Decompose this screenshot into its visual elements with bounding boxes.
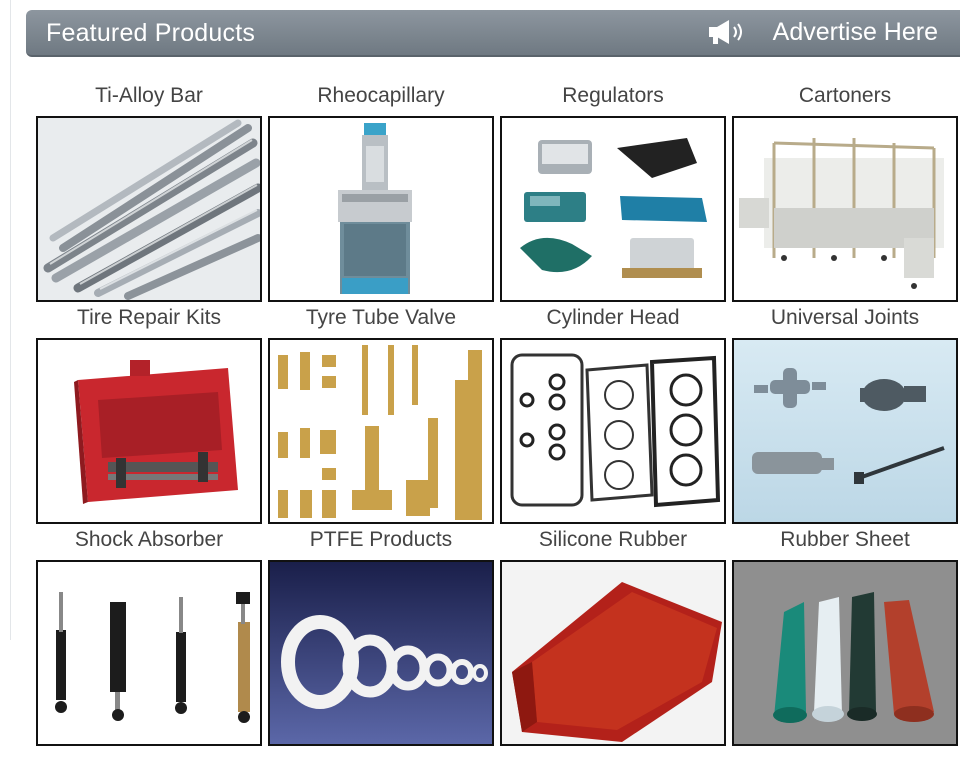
product-image-cartoners[interactable] [732,116,958,302]
product-label[interactable]: Rheocapillary [268,82,494,110]
product-card-rheocapillary[interactable]: Rheocapillary [268,82,494,302]
product-card-cartoners[interactable]: Cartoners [732,82,958,302]
page-left-border [10,0,11,640]
product-card-cylinder-head[interactable]: Cylinder Head [500,304,726,524]
product-image-regulators[interactable] [500,116,726,302]
product-card-regulators[interactable]: Regulators [500,82,726,302]
shock-absorbers-image [38,562,260,744]
product-card-shock-absorber[interactable]: Shock Absorber [36,526,262,746]
product-image-rheocapillary[interactable] [268,116,494,302]
product-image-universal-joints[interactable] [732,338,958,524]
product-label[interactable]: Rubber Sheet [732,526,958,554]
silicone-rubber-sheets-image [502,562,724,744]
product-image-tyre-tube-valve[interactable] [268,338,494,524]
product-label[interactable]: Ti-Alloy Bar [36,82,262,110]
megaphone-icon [708,20,742,44]
featured-products-header: Featured Products Advertise Here [26,10,960,57]
product-label[interactable]: Tire Repair Kits [36,304,262,332]
universal-joints-image [734,340,956,522]
tire-repair-kit-image [38,340,260,522]
product-image-tire-repair-kits[interactable] [36,338,262,524]
product-card-rubber-sheet[interactable]: Rubber Sheet [732,526,958,746]
cartoners-image [734,118,956,300]
rheocapillary-image [270,118,492,300]
product-card-ti-alloy-bar[interactable]: Ti-Alloy Bar [36,82,262,302]
product-image-rubber-sheet[interactable] [732,560,958,746]
product-label[interactable]: Regulators [500,82,726,110]
tyre-tube-valve-image [270,340,492,522]
product-label[interactable]: PTFE Products [268,526,494,554]
product-label[interactable]: Tyre Tube Valve [268,304,494,332]
section-title: Featured Products [46,19,256,47]
advertise-here-link[interactable]: Advertise Here [705,17,938,47]
cylinder-head-gasket-image [502,340,724,522]
regulators-image [502,118,724,300]
product-image-ptfe-products[interactable] [268,560,494,746]
product-image-shock-absorber[interactable] [36,560,262,746]
rubber-sheet-rolls-image [734,562,956,744]
product-card-universal-joints[interactable]: Universal Joints [732,304,958,524]
product-label[interactable]: Silicone Rubber [500,526,726,554]
product-label[interactable]: Shock Absorber [36,526,262,554]
product-label[interactable]: Cartoners [732,82,958,110]
ptfe-rings-image [270,562,492,744]
product-card-tire-repair-kits[interactable]: Tire Repair Kits [36,304,262,524]
advertise-label: Advertise Here [772,17,938,46]
product-image-ti-alloy-bar[interactable] [36,116,262,302]
product-card-tyre-tube-valve[interactable]: Tyre Tube Valve [268,304,494,524]
product-label[interactable]: Cylinder Head [500,304,726,332]
ti-alloy-bars-image [38,118,260,300]
product-card-ptfe-products[interactable]: PTFE Products [268,526,494,746]
product-card-silicone-rubber[interactable]: Silicone Rubber [500,526,726,746]
product-label[interactable]: Universal Joints [732,304,958,332]
product-image-cylinder-head[interactable] [500,338,726,524]
product-image-silicone-rubber[interactable] [500,560,726,746]
